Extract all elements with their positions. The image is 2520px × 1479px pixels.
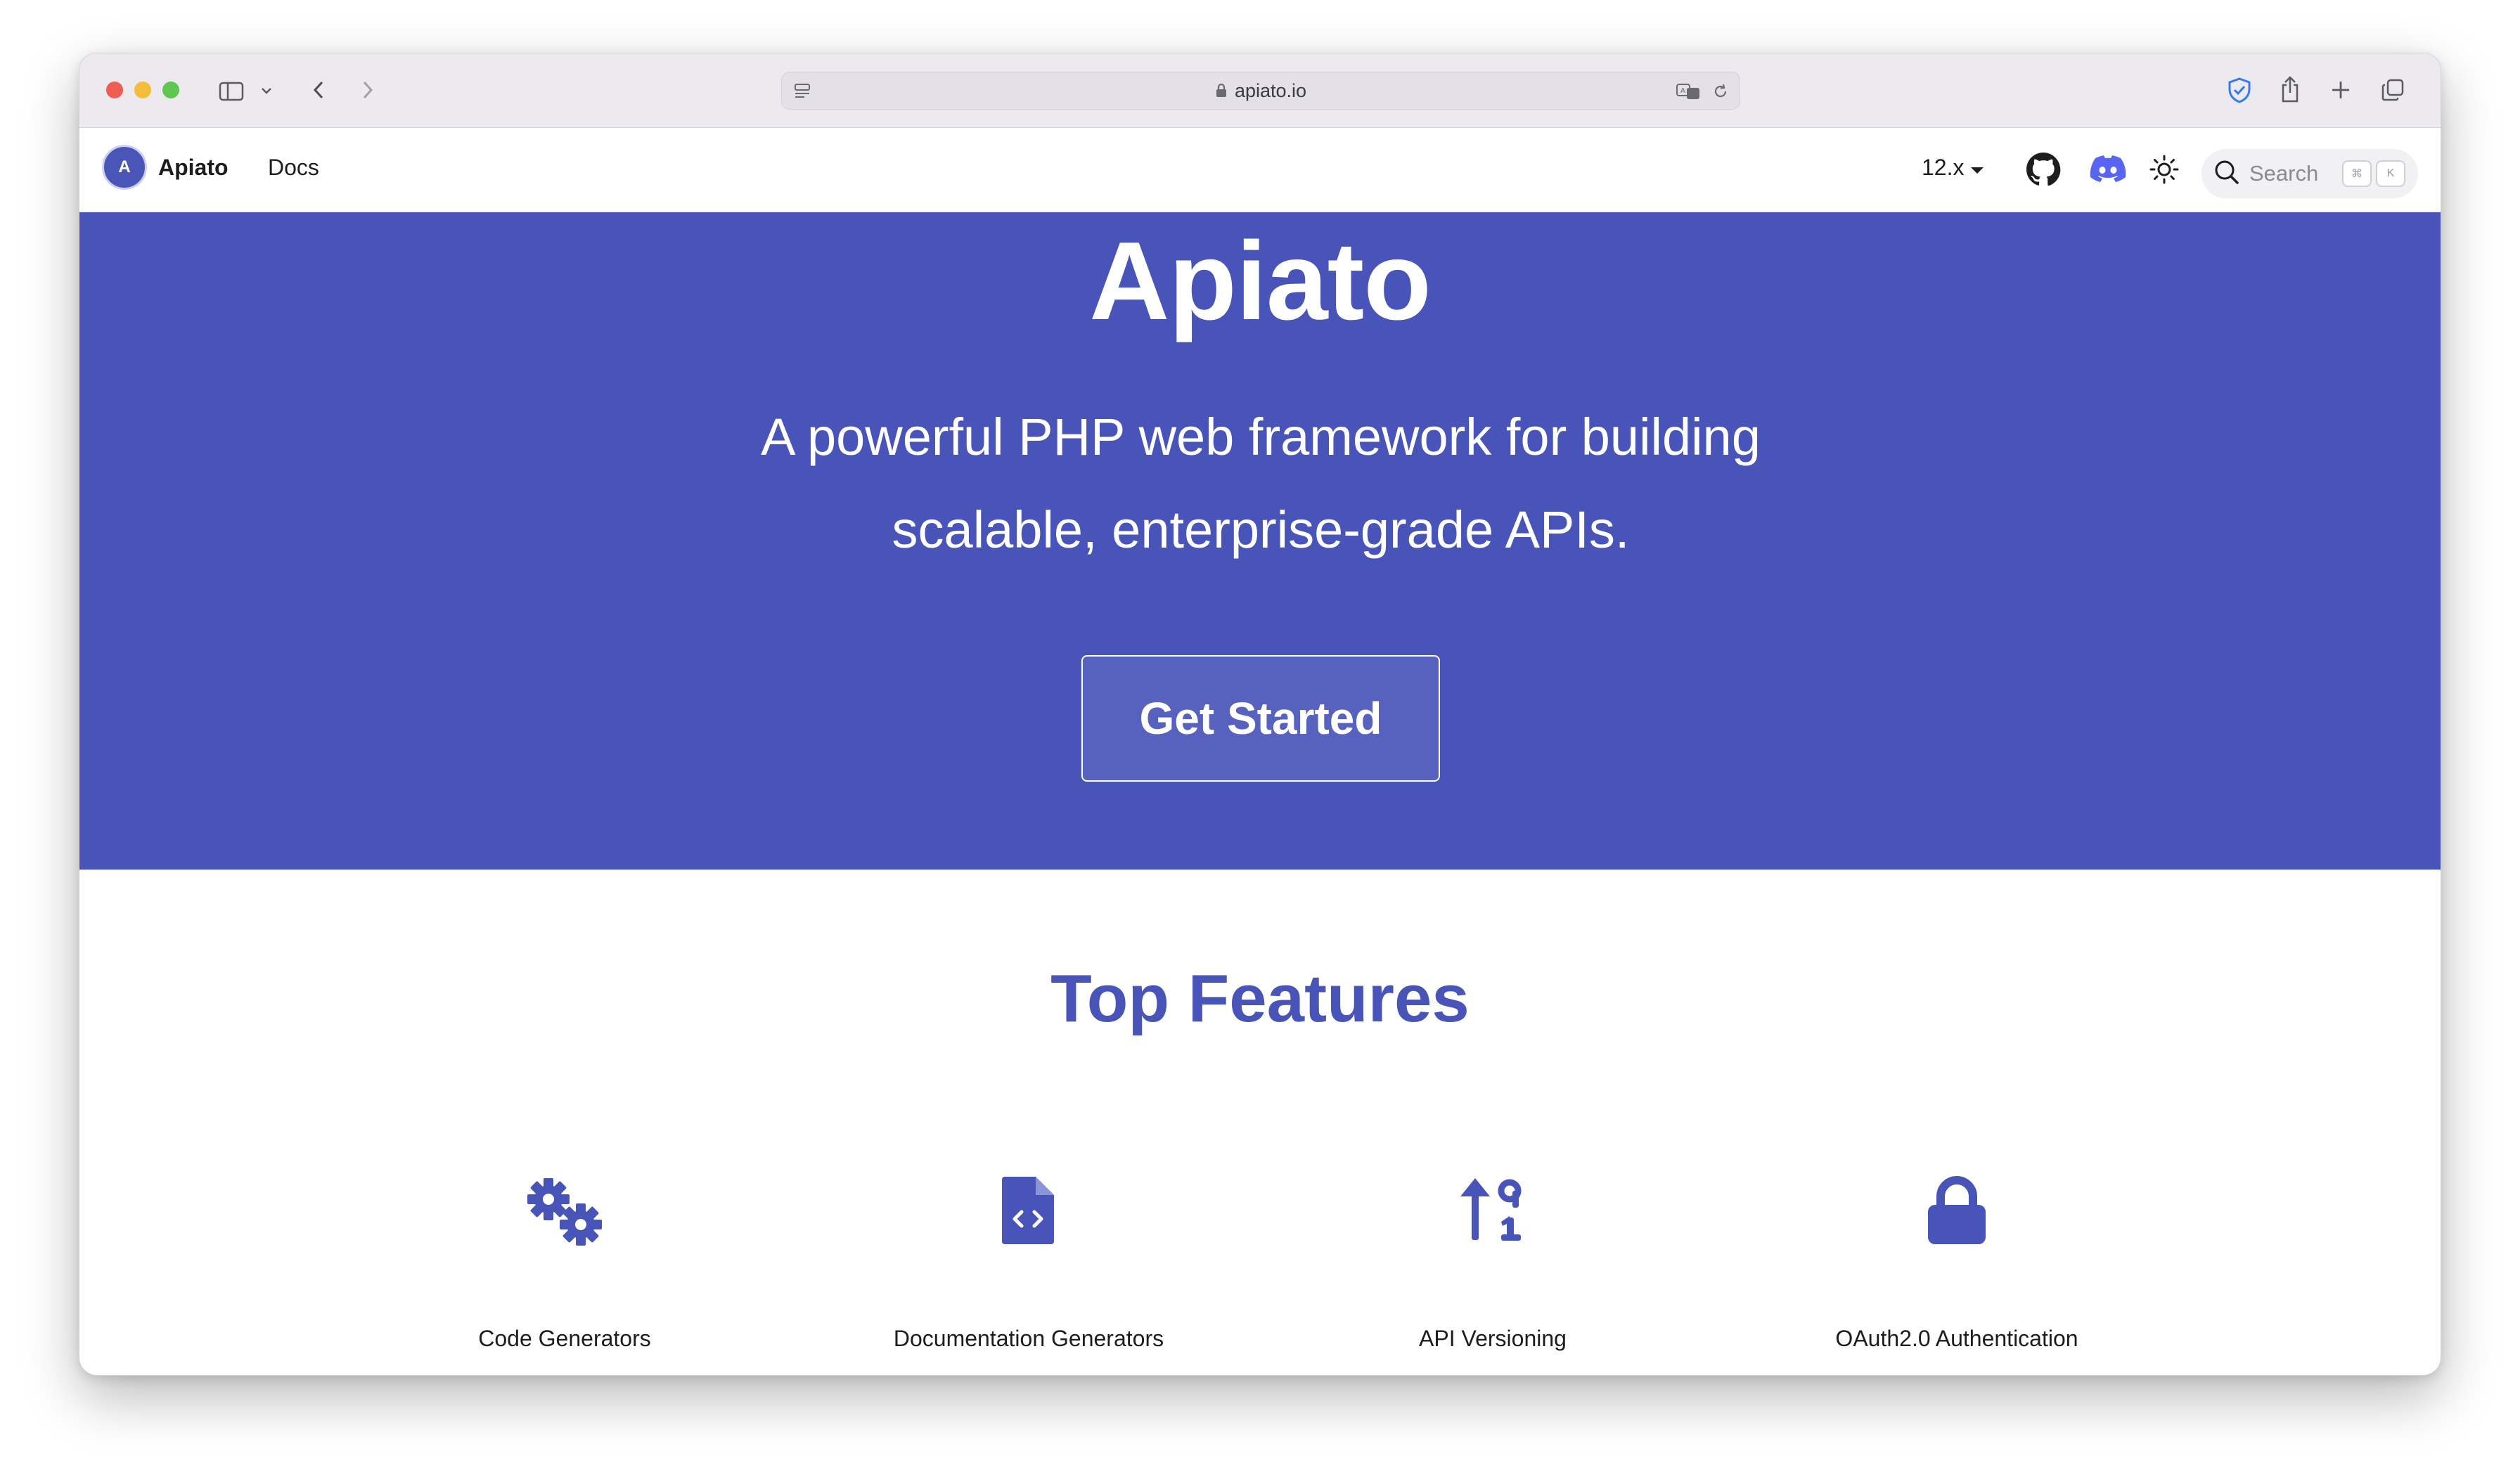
feature-label: Documentation Generators <box>893 1326 1164 1351</box>
svg-text:A: A <box>1680 87 1685 95</box>
forward-icon[interactable] <box>354 76 382 104</box>
github-icon[interactable] <box>2024 150 2062 188</box>
get-started-button[interactable]: Get Started <box>1081 655 1440 782</box>
translate-icon[interactable]: A <box>1675 81 1703 102</box>
screen: apiato.io A A Apiato Docs 12.x Search ⌘ … <box>0 0 2520 1479</box>
feature-code-generators: Code Generators <box>389 1175 740 1351</box>
theme-toggle-sun-icon[interactable] <box>2147 152 2182 187</box>
file-code-icon <box>853 1175 1204 1253</box>
url-text: apiato.io <box>1234 79 1307 101</box>
version-label: 12.x <box>1922 155 1965 180</box>
address-bar[interactable]: apiato.io A <box>781 72 1740 110</box>
features-title: Top Features <box>1050 961 1470 1036</box>
brand-link[interactable]: Apiato <box>158 155 229 181</box>
lock-icon <box>1215 83 1228 98</box>
gears-icon <box>389 1175 740 1253</box>
feature-documentation-generators: Documentation Generators <box>853 1175 1204 1351</box>
url-display: apiato.io <box>782 72 1740 109</box>
zoom-window-button[interactable] <box>162 82 179 98</box>
arrow-up-numbers-icon <box>1317 1175 1669 1253</box>
kbd-command-key: ⌘ <box>2342 160 2372 187</box>
apiato-logo[interactable]: A <box>102 145 147 190</box>
feature-api-versioning: API Versioning <box>1317 1175 1669 1351</box>
kbd-k-key: K <box>2376 160 2405 187</box>
feature-oauth-authentication: OAuth2.0 Authentication <box>1781 1175 2133 1351</box>
feature-label: OAuth2.0 Authentication <box>1835 1326 2078 1351</box>
sidebar-toggle-icon[interactable] <box>217 77 245 105</box>
minimize-window-button[interactable] <box>134 82 151 98</box>
feature-label: API Versioning <box>1419 1326 1567 1351</box>
version-dropdown[interactable]: 12.x <box>1922 155 1985 181</box>
close-window-button[interactable] <box>106 82 123 98</box>
nav-docs-link[interactable]: Docs <box>268 155 319 181</box>
shield-icon[interactable] <box>2224 75 2255 105</box>
logo-letter: A <box>118 157 131 176</box>
hero-section: Apiato A powerful PHP web framework for … <box>79 212 2441 870</box>
feature-label: Code Generators <box>478 1326 651 1351</box>
search-button[interactable]: Search ⌘ K <box>2201 149 2418 198</box>
browser-window: apiato.io A A Apiato Docs 12.x Search ⌘ … <box>79 53 2441 1376</box>
caret-down-icon <box>1969 155 1985 181</box>
discord-icon[interactable] <box>2088 152 2128 187</box>
hero-title: Apiato <box>1089 219 1432 343</box>
back-icon[interactable] <box>304 76 333 104</box>
chevron-down-icon[interactable] <box>258 80 275 101</box>
browser-toolbar: apiato.io A <box>79 53 2441 128</box>
hero-tagline: A powerful PHP web framework for buildin… <box>761 408 1761 559</box>
share-icon[interactable] <box>2276 73 2304 105</box>
new-tab-icon[interactable] <box>2327 76 2355 104</box>
search-placeholder: Search <box>2249 161 2319 186</box>
site-header: A Apiato Docs 12.x Search ⌘ K <box>79 128 2441 212</box>
reload-icon[interactable] <box>1710 81 1731 102</box>
lock-icon <box>1781 1175 2133 1253</box>
tab-overview-icon[interactable] <box>2379 76 2407 104</box>
search-icon <box>2213 158 2241 190</box>
